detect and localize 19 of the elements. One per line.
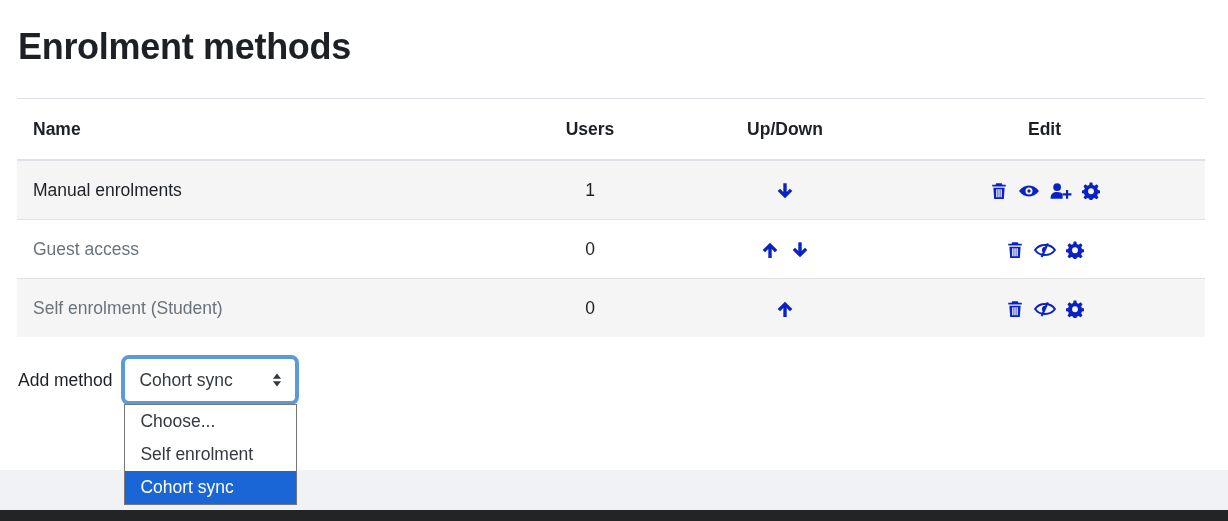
arrow-down-icon[interactable] [776, 181, 794, 200]
dropdown-option[interactable]: Self enrolment [125, 438, 297, 471]
sort-caret-icon [272, 373, 283, 387]
dropdown-option[interactable]: Choose... [125, 405, 297, 438]
user-count: 0 [585, 297, 595, 318]
method-name: Self enrolment (Student) [33, 297, 223, 318]
dropdown-option[interactable]: Cohort sync [125, 471, 297, 504]
page-heading: Enrolment methods [18, 25, 352, 69]
gear-icon[interactable] [1065, 240, 1084, 259]
user-plus-icon[interactable] [1049, 181, 1072, 200]
user-count: 0 [585, 238, 595, 259]
add-method-label: Add method [18, 369, 113, 392]
method-name: Manual enrolments [33, 179, 182, 200]
trash-icon[interactable] [989, 181, 1008, 200]
user-count: 1 [585, 179, 595, 200]
method-select[interactable]: Cohort sync [121, 355, 300, 405]
trash-icon[interactable] [1005, 240, 1024, 259]
gear-icon[interactable] [1081, 181, 1100, 200]
method-name: Guest access [33, 238, 140, 259]
